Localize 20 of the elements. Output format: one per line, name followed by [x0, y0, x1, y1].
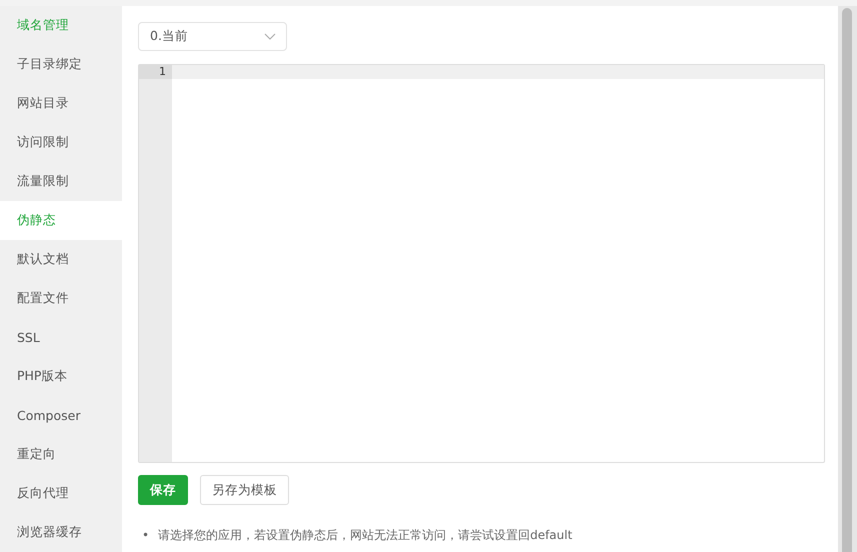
- chevron-down-icon: [264, 33, 276, 40]
- sidebar-item[interactable]: 默认文档: [0, 240, 122, 279]
- sidebar-item[interactable]: 流量限制: [0, 162, 122, 201]
- sidebar-item[interactable]: PHP版本: [0, 357, 122, 396]
- sidebar-item[interactable]: 网站目录: [0, 84, 122, 123]
- tip-text: 请选择您的应用，若设置伪静态后，网站无法正常访问，请尝试设置回default: [158, 527, 572, 544]
- template-select[interactable]: 0.当前: [138, 22, 287, 51]
- sidebar-item[interactable]: 浏览器缓存: [0, 513, 122, 552]
- sidebar-item[interactable]: Composer: [0, 396, 122, 435]
- code-editor[interactable]: 1: [138, 64, 825, 463]
- save-as-template-button[interactable]: 另存为模板: [200, 475, 289, 505]
- bullet: •: [142, 527, 150, 544]
- scrollbar[interactable]: [842, 8, 852, 552]
- sidebar-item[interactable]: SSL: [0, 318, 122, 357]
- sidebar-item[interactable]: 访问限制: [0, 123, 122, 162]
- sidebar-item[interactable]: 配置文件: [0, 279, 122, 318]
- line-number: 1: [139, 65, 172, 79]
- sidebar-item[interactable]: 子目录绑定: [0, 45, 122, 84]
- sidebar-item[interactable]: 反向代理: [0, 474, 122, 513]
- sidebar-item[interactable]: 重定向: [0, 435, 122, 474]
